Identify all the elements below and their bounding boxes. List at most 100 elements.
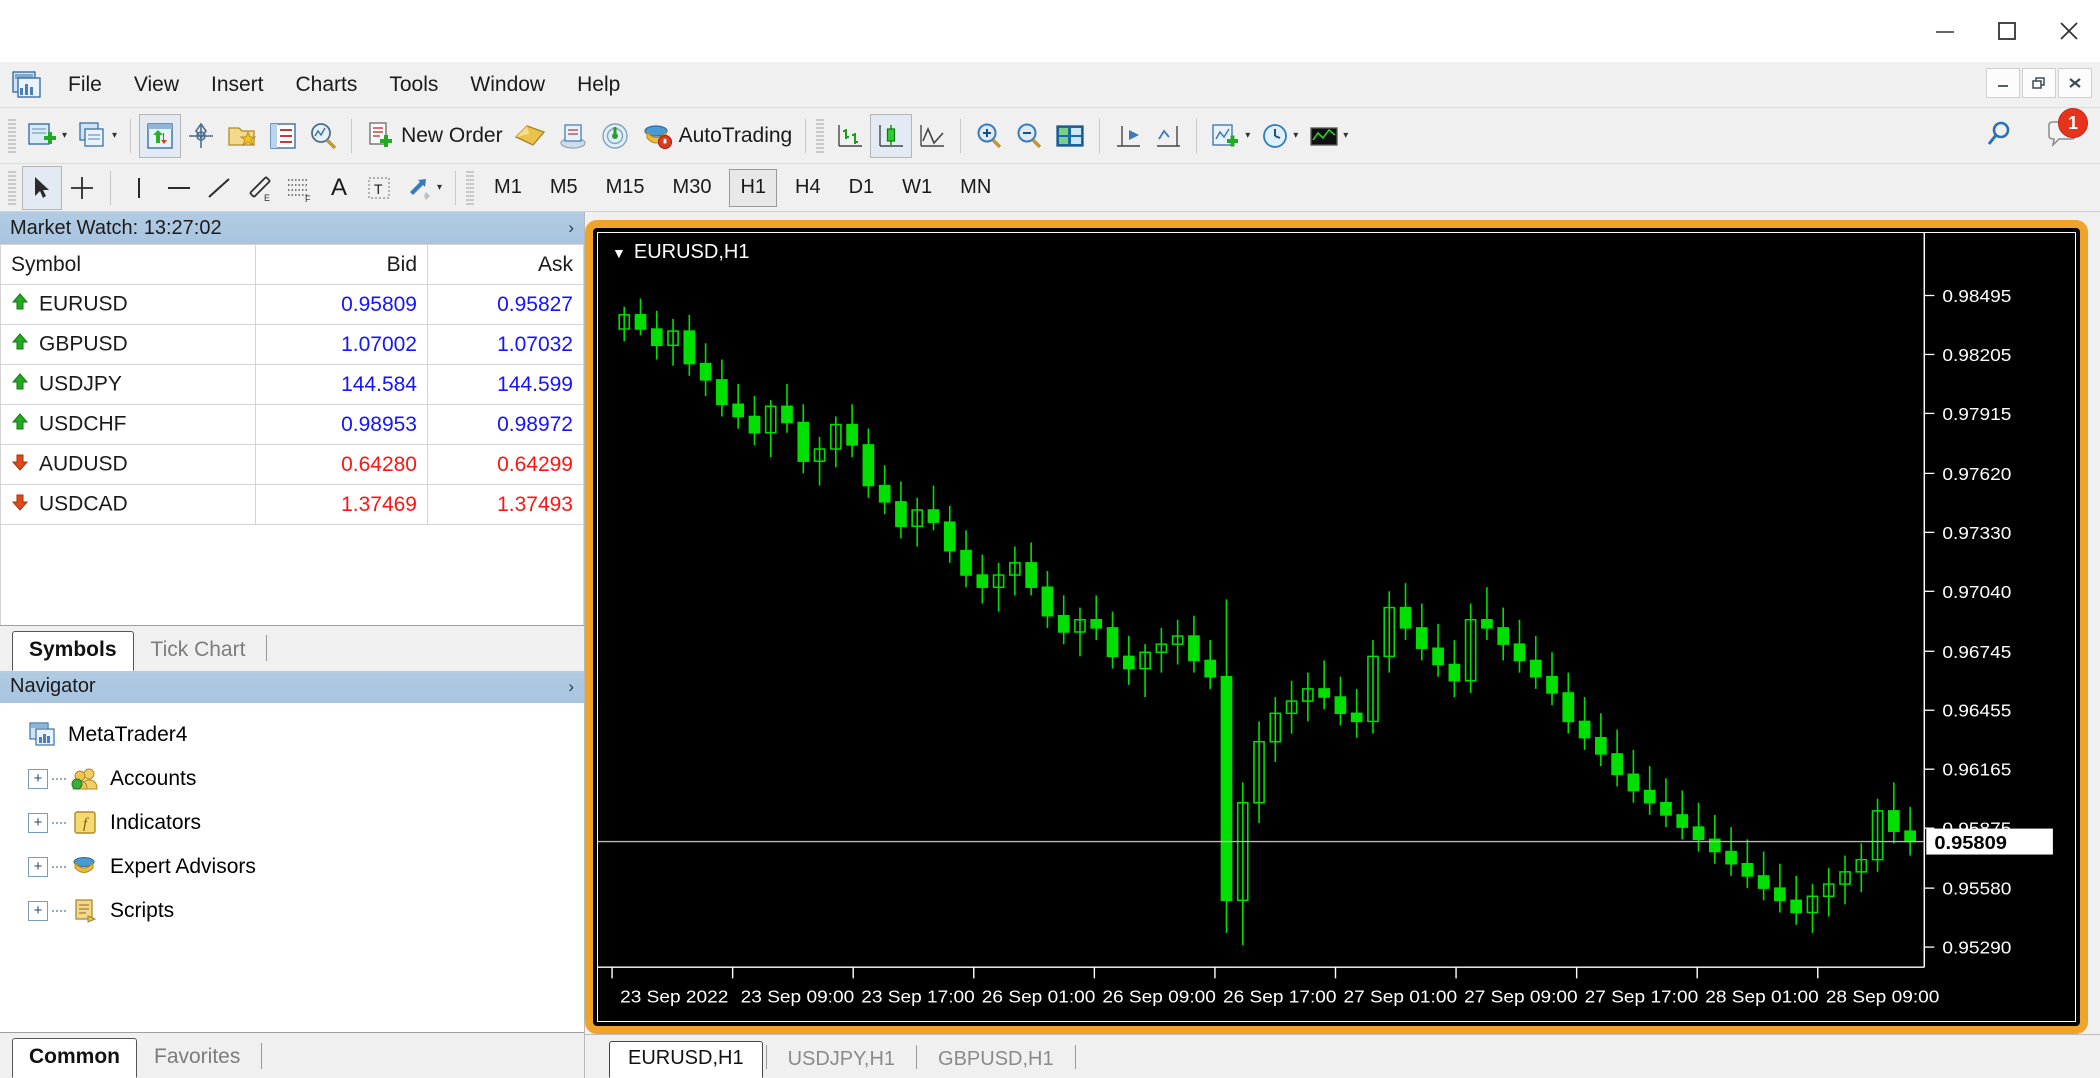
period-button[interactable]: ▾ (1255, 114, 1303, 158)
accounts-icon (70, 765, 100, 793)
chevron-down-icon[interactable]: ▼ (612, 245, 626, 261)
arrow-up-icon (9, 371, 31, 399)
autotrading-button[interactable]: AutoTrading (636, 114, 798, 158)
chevron-down-icon[interactable]: ▾ (437, 182, 442, 193)
data-window-button[interactable] (181, 114, 221, 158)
templates-button[interactable]: ▾ (1303, 114, 1353, 158)
auto-scroll-button[interactable] (1148, 114, 1188, 158)
indicators-list-button[interactable]: ▾ (1205, 114, 1255, 158)
mdi-minimize-button[interactable] (1986, 68, 2020, 98)
chevron-down-icon[interactable]: ▾ (62, 130, 67, 141)
timeframe-m15[interactable]: M15 (596, 169, 655, 207)
menu-view[interactable]: View (120, 69, 193, 101)
timeframe-w1[interactable]: W1 (892, 169, 942, 207)
line-studies-grip[interactable] (8, 171, 16, 205)
toolbar-grip-2[interactable] (816, 119, 824, 153)
tree-item-expert-advisors[interactable]: + Expert Advisors (10, 845, 584, 889)
mql5-community-button[interactable] (552, 114, 594, 158)
table-row[interactable]: EURUSD 0.95809 0.95827 (1, 285, 584, 325)
column-bid[interactable]: Bid (256, 245, 428, 285)
timeframe-h1[interactable]: H1 (729, 169, 777, 207)
line-chart-button[interactable] (912, 114, 952, 158)
table-row[interactable]: USDJPY 144.584 144.599 (1, 365, 584, 405)
tree-root-metatrader4[interactable]: MetaTrader4 (10, 713, 584, 757)
tab-symbols[interactable]: Symbols (12, 631, 134, 671)
mdi-restore-button[interactable] (2022, 68, 2056, 98)
new-chart-button[interactable]: ▾ (22, 114, 72, 158)
chart-window[interactable]: ▼ EURUSD,H1 0.984950.982050.979150.97620… (585, 220, 2088, 1034)
chevron-right-icon[interactable]: › (568, 218, 574, 238)
timeframe-h4[interactable]: H4 (785, 169, 831, 207)
menu-window[interactable]: Window (456, 69, 559, 101)
tree-item-scripts[interactable]: + Scripts (10, 889, 584, 933)
chevron-right-icon[interactable]: › (568, 677, 574, 697)
metaeditor-button[interactable] (508, 114, 552, 158)
timeframe-d1[interactable]: D1 (839, 169, 885, 207)
expander-plus-icon[interactable]: + (28, 769, 48, 789)
table-row[interactable]: USDCAD 1.37469 1.37493 (1, 485, 584, 525)
table-row[interactable]: AUDUSD 0.64280 0.64299 (1, 445, 584, 485)
tab-favorites[interactable]: Favorites (137, 1038, 257, 1078)
column-symbol[interactable]: Symbol (1, 245, 256, 285)
chart-canvas[interactable]: ▼ EURUSD,H1 0.984950.982050.979150.97620… (597, 232, 2076, 1022)
expander-plus-icon[interactable]: + (28, 813, 48, 833)
menu-insert[interactable]: Insert (197, 69, 278, 101)
alerts-button[interactable]: 1 (2040, 112, 2086, 156)
tree-item-indicators[interactable]: + f Indicators (10, 801, 584, 845)
window-minimize-button[interactable] (1914, 0, 1976, 62)
chart-tab-eurusd[interactable]: EURUSD,H1 (609, 1041, 763, 1078)
bar-chart-button[interactable] (830, 114, 870, 158)
signals-button[interactable] (594, 114, 636, 158)
text-label-tool-button[interactable]: T (359, 166, 399, 210)
new-order-button[interactable]: New Order (360, 114, 508, 158)
text-tool-button[interactable]: A (319, 166, 359, 210)
tree-item-accounts[interactable]: + Accounts (10, 757, 584, 801)
menu-tools[interactable]: Tools (375, 69, 452, 101)
market-watch-button[interactable] (139, 114, 181, 158)
window-close-button[interactable] (2038, 0, 2100, 62)
timeframe-m5[interactable]: M5 (540, 169, 588, 207)
crosshair-tool-button[interactable] (62, 166, 102, 210)
chevron-down-icon[interactable]: ▾ (1245, 130, 1250, 141)
window-maximize-button[interactable] (1976, 0, 2038, 62)
fibonacci-tool-button[interactable]: F (279, 166, 319, 210)
zoom-in-button[interactable] (969, 114, 1009, 158)
menu-charts[interactable]: Charts (282, 69, 372, 101)
menu-file[interactable]: File (54, 69, 116, 101)
chart-tab-usdjpy[interactable]: USDJPY,H1 (770, 1043, 913, 1078)
timeframe-m1[interactable]: M1 (484, 169, 532, 207)
menu-help[interactable]: Help (563, 69, 634, 101)
tab-tick-chart[interactable]: Tick Chart (134, 631, 263, 671)
chart-shift-button[interactable] (1108, 114, 1148, 158)
chart-tab-gbpusd[interactable]: GBPUSD,H1 (920, 1043, 1072, 1078)
vertical-line-tool-button[interactable] (119, 166, 159, 210)
expander-plus-icon[interactable]: + (28, 857, 48, 877)
chevron-down-icon[interactable]: ▾ (1293, 130, 1298, 141)
new-template-button[interactable]: ▾ (72, 114, 122, 158)
cursor-tool-button[interactable] (22, 166, 62, 210)
table-row[interactable]: GBPUSD 1.07002 1.07032 (1, 325, 584, 365)
chart-grid-button[interactable] (1049, 114, 1091, 158)
horizontal-line-tool-button[interactable] (159, 166, 199, 210)
mdi-close-button[interactable] (2058, 68, 2092, 98)
table-row[interactable]: USDCHF 0.98953 0.98972 (1, 405, 584, 445)
strategy-tester-button[interactable] (303, 114, 343, 158)
timeframe-grip[interactable] (466, 171, 474, 205)
arrows-tool-button[interactable]: ▾ (399, 166, 447, 210)
zoom-out-button[interactable] (1009, 114, 1049, 158)
terminal-button[interactable] (263, 114, 303, 158)
timeframe-mn[interactable]: MN (950, 169, 1001, 207)
candlestick-chart-button[interactable] (870, 114, 912, 158)
tab-common[interactable]: Common (12, 1038, 137, 1078)
search-icon[interactable] (1978, 112, 2022, 156)
toolbar-grip[interactable] (8, 119, 16, 153)
timeframe-m30[interactable]: M30 (663, 169, 722, 207)
trendline-tool-button[interactable] (199, 166, 239, 210)
expander-plus-icon[interactable]: + (28, 901, 48, 921)
navigator-button[interactable] (221, 114, 263, 158)
column-ask[interactable]: Ask (428, 245, 584, 285)
equidistant-channel-tool-button[interactable]: E (239, 166, 279, 210)
chevron-down-icon[interactable]: ▾ (1343, 130, 1348, 141)
ask-cell: 0.95827 (428, 285, 584, 325)
chevron-down-icon[interactable]: ▾ (112, 130, 117, 141)
